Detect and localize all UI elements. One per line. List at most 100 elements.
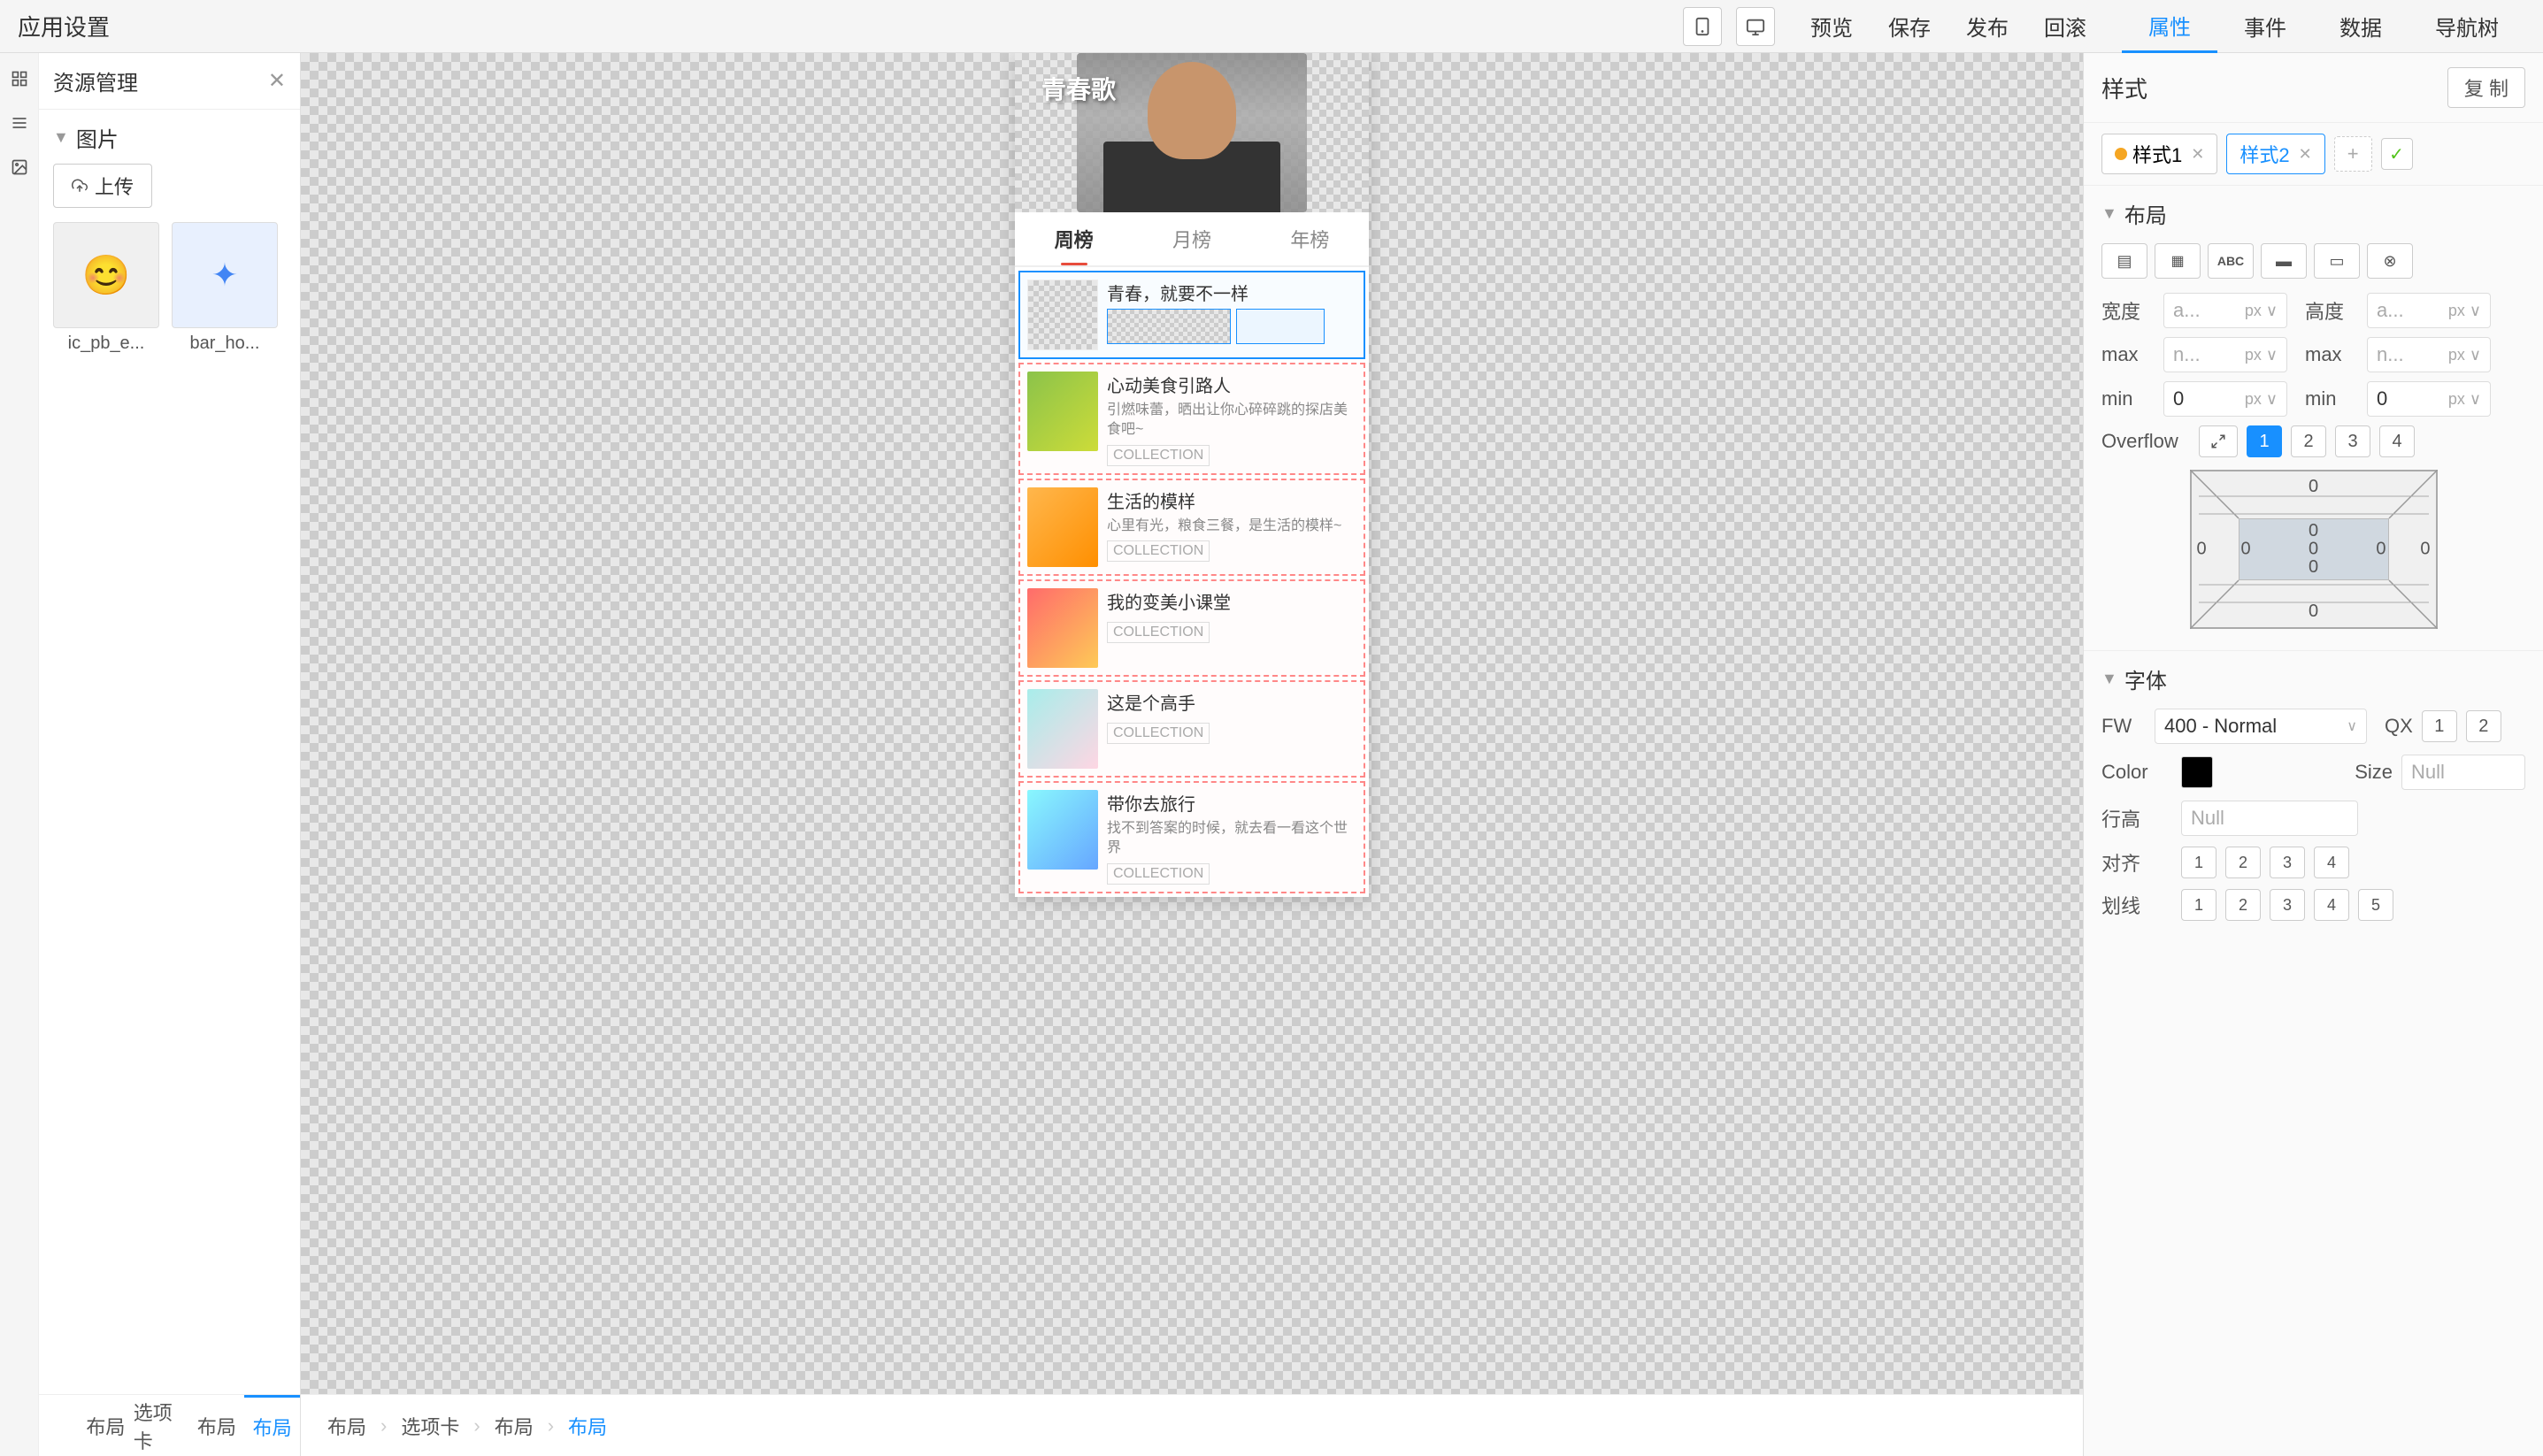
sidebar-grid-icon[interactable] <box>0 57 39 101</box>
tab-properties[interactable]: 属性 <box>2122 0 2217 53</box>
breadcrumb-item-1[interactable]: 选项卡 <box>401 1412 459 1440</box>
desktop-icon[interactable] <box>1736 7 1775 46</box>
sidebar-list-icon[interactable] <box>0 101 39 145</box>
tab-data[interactable]: 数据 <box>2313 0 2409 53</box>
breadcrumb-item-3[interactable]: 布局 <box>568 1412 607 1440</box>
lineh-input[interactable]: Null <box>2181 801 2358 836</box>
phone-tab-week[interactable]: 周榜 <box>1015 212 1133 265</box>
min-height-input[interactable]: 0 px ∨ <box>2367 381 2491 417</box>
phone-tab-month[interactable]: 月榜 <box>1133 212 1250 265</box>
qx-btn-2[interactable]: 2 <box>2466 710 2501 742</box>
style-tab-1-close[interactable]: ✕ <box>2191 145 2204 164</box>
width-input[interactable]: a... px ∨ <box>2163 293 2287 328</box>
bottom-nav-tab[interactable]: 选项卡 <box>134 1395 189 1456</box>
rollback-btn[interactable]: 回滚 <box>2044 11 2086 42</box>
size-input[interactable]: Null <box>2401 755 2525 790</box>
max-width-input[interactable]: n... px ∨ <box>2163 337 2287 372</box>
style-tab-2[interactable]: 样式2 ✕ <box>2226 134 2324 174</box>
underline-btn-1[interactable]: 1 <box>2181 889 2216 921</box>
align-btn-1[interactable]: 1 <box>2181 847 2216 878</box>
breadcrumb-sep-1: › <box>473 1414 480 1437</box>
layout-btn-2[interactable]: ABC <box>2208 243 2254 279</box>
style-section-title: 样式 <box>2101 72 2147 104</box>
layout-btn-1[interactable]: ▦ <box>2155 243 2201 279</box>
list-item-4[interactable]: 这是个高手 COLLECTION <box>1018 680 1365 778</box>
height-input[interactable]: a... px ∨ <box>2367 293 2491 328</box>
align-btn-3[interactable]: 3 <box>2270 847 2305 878</box>
phone-tab-year[interactable]: 年榜 <box>1251 212 1369 265</box>
upload-button[interactable]: 上传 <box>53 164 152 208</box>
tab-events[interactable]: 事件 <box>2217 0 2313 53</box>
min-label-2: min <box>2305 387 2358 410</box>
underline-btn-5[interactable]: 5 <box>2358 889 2393 921</box>
align-btn-4[interactable]: 4 <box>2314 847 2349 878</box>
overflow-btn-3[interactable]: 3 <box>2335 425 2370 457</box>
breadcrumb-item-0[interactable]: 布局 <box>327 1412 366 1440</box>
style-tab-add[interactable]: + <box>2334 136 2372 172</box>
underline-btn-4[interactable]: 4 <box>2314 889 2349 921</box>
section-title: 图片 <box>76 122 119 153</box>
save-btn[interactable]: 保存 <box>1888 11 1931 42</box>
layout-btn-0[interactable]: ▤ <box>2101 243 2147 279</box>
image-item-0[interactable]: 😊 ic_pb_e... <box>53 222 159 354</box>
list-item-0[interactable]: 青春，就要不一样 <box>1018 271 1365 359</box>
overflow-btn-1[interactable]: 1 <box>2247 425 2282 457</box>
image-label-1: bar_ho... <box>190 333 260 354</box>
list-item-2-collection: COLLECTION <box>1107 540 1210 562</box>
mobile-icon[interactable] <box>1683 7 1722 46</box>
align-label: 对齐 <box>2101 848 2172 877</box>
min-width-input[interactable]: 0 px ∨ <box>2163 381 2287 417</box>
list-item-2[interactable]: 生活的模样 心里有光，粮食三餐，是生活的模样~ COLLECTION <box>1018 479 1365 576</box>
padding-top-val: 0 <box>2309 477 2318 497</box>
layout-btn-4[interactable]: ▭ <box>2314 243 2360 279</box>
list-item-3-title: 我的变美小课堂 <box>1107 588 1356 614</box>
align-btn-2[interactable]: 2 <box>2225 847 2261 878</box>
list-item-3[interactable]: 我的变美小课堂 COLLECTION <box>1018 579 1365 677</box>
max-label: max <box>2101 343 2155 366</box>
qx-btn-1[interactable]: 1 <box>2422 710 2457 742</box>
copy-button[interactable]: 复 制 <box>2447 67 2525 108</box>
style-tab-1[interactable]: 样式1 ✕ <box>2101 134 2217 174</box>
breadcrumb-item-2[interactable]: 布局 <box>495 1412 534 1440</box>
publish-btn[interactable]: 发布 <box>1966 11 2009 42</box>
list-item-5-collection: COLLECTION <box>1107 863 1210 885</box>
overflow-btn-4[interactable]: 4 <box>2379 425 2415 457</box>
fw-select[interactable]: 400 - Normal ∨ <box>2155 709 2367 744</box>
list-item-2-title: 生活的模样 <box>1107 487 1356 513</box>
breadcrumb-sep-0: › <box>380 1414 387 1437</box>
max-height-input[interactable]: n... px ∨ <box>2367 337 2491 372</box>
list-item-1[interactable]: 心动美食引路人 引燃味蕾，晒出让你心碎碎跳的探店美食吧~ COLLECTION <box>1018 363 1365 475</box>
layout-section-title: 布局 <box>2124 198 2167 229</box>
fw-label: FW <box>2101 715 2146 738</box>
padding-center-right: 0 <box>2376 540 2386 560</box>
font-section-title: 字体 <box>2124 663 2167 694</box>
sidebar-title: 资源管理 <box>53 65 138 96</box>
bottom-nav-layout3[interactable]: 布局 <box>244 1395 300 1456</box>
layout-btn-5[interactable]: ⊗ <box>2367 243 2413 279</box>
app-title: 应用设置 <box>18 10 110 42</box>
bottom-nav-layout2[interactable]: 布局 <box>189 1395 245 1456</box>
overflow-icon[interactable] <box>2199 425 2238 457</box>
padding-bottom-val: 0 <box>2309 602 2318 622</box>
color-swatch[interactable] <box>2181 756 2213 788</box>
list-item-5[interactable]: 带你去旅行 找不到答案的时候，就去看一看这个世界 COLLECTION <box>1018 781 1365 893</box>
list-item-5-title: 带你去旅行 <box>1107 790 1356 816</box>
list-item-4-collection: COLLECTION <box>1107 723 1210 744</box>
list-item-1-title: 心动美食引路人 <box>1107 372 1356 397</box>
sidebar-image-icon[interactable] <box>0 145 39 189</box>
layout-btn-3[interactable]: ▬ <box>2261 243 2307 279</box>
preview-btn[interactable]: 预览 <box>1810 11 1853 42</box>
sidebar-close-icon[interactable]: ✕ <box>268 68 286 94</box>
padding-right-val: 0 <box>2420 540 2430 560</box>
overflow-btn-2[interactable]: 2 <box>2291 425 2326 457</box>
image-item-1[interactable]: ✦ bar_ho... <box>172 222 278 354</box>
style-tab-2-close[interactable]: ✕ <box>2299 145 2312 164</box>
width-label: 宽度 <box>2101 296 2155 325</box>
bottom-nav-layout[interactable]: 布局 <box>39 1395 134 1456</box>
tab-nav-tree[interactable]: 导航树 <box>2409 0 2525 53</box>
style-tab-check[interactable]: ✓ <box>2381 138 2413 170</box>
size-label: Size <box>2355 761 2393 784</box>
underline-btn-2[interactable]: 2 <box>2225 889 2261 921</box>
list-item-5-desc: 找不到答案的时候，就去看一看这个世界 <box>1107 819 1356 859</box>
underline-btn-3[interactable]: 3 <box>2270 889 2305 921</box>
